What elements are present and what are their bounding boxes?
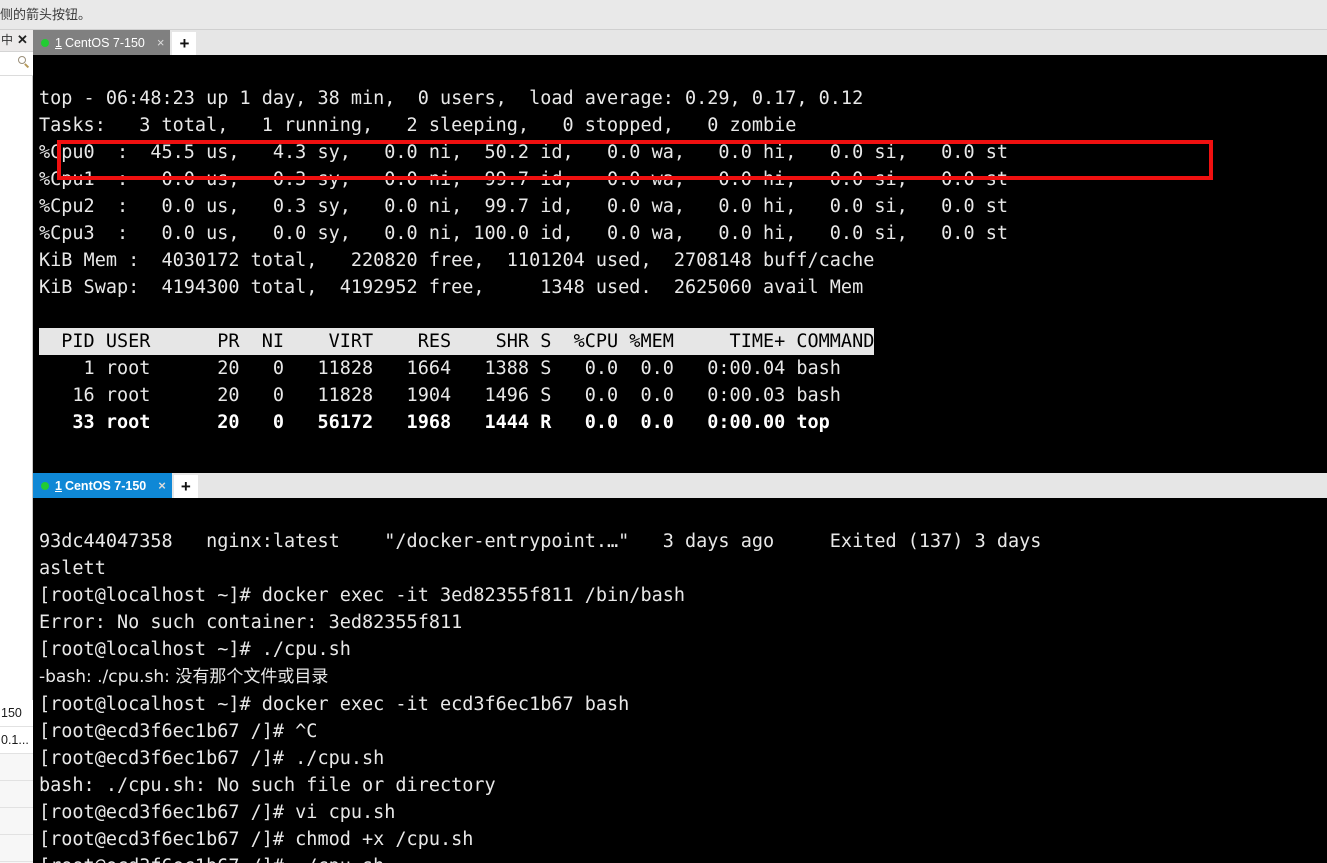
top-summary-cpu0: %Cpu0 : 45.5 us, 4.3 sy, 0.0 ni, 50.2 id… — [39, 142, 1009, 163]
new-tab-button[interactable]: + — [172, 32, 197, 55]
host-banner-text: 侧的箭头按钮。 — [0, 8, 92, 23]
search-icon[interactable] — [18, 56, 30, 68]
top-summary-header: top - 06:48:23 up 1 day, 38 min, 0 users… — [39, 88, 864, 109]
terminal-line: aslett — [39, 558, 106, 579]
top-summary-swap: KiB Swap: 4194300 total, 4192952 free, 1… — [39, 277, 864, 298]
terminal-window-bottom: 1 CentOS 7-150 × + 93dc44047358 nginx:la… — [33, 473, 1327, 863]
tabstrip-top: 1 CentOS 7-150 × + — [33, 30, 1327, 55]
left-dock-panel: 中 ✕ 150 0.1... — [0, 30, 33, 863]
top-summary-cpu3: %Cpu3 : 0.0 us, 0.0 sy, 0.0 ni, 100.0 id… — [39, 223, 1009, 244]
left-panel-titlebar: 中 ✕ — [0, 30, 33, 52]
tab-number: 1 — [55, 478, 62, 493]
left-panel-list: 150 0.1... — [0, 700, 33, 863]
terminal-line: Error: No such container: 3ed82355f811 — [39, 612, 463, 633]
terminal-line: [root@ecd3f6ec1b67 /]# ./cpu.sh — [39, 856, 384, 863]
top-summary-cpu2: %Cpu2 : 0.0 us, 0.3 sy, 0.0 ni, 99.7 id,… — [39, 196, 1009, 217]
table-row[interactable]: 1 root 20 0 11828 1664 1388 S 0.0 0.0 0:… — [39, 358, 841, 379]
application-window: 侧的箭头按钮。 中 ✕ 150 0.1... 1 CentOS 7-150 × … — [0, 0, 1327, 863]
terminal-line: bash: ./cpu.sh: No such file or director… — [39, 775, 496, 796]
table-row[interactable]: 16 root 20 0 11828 1904 1496 S 0.0 0.0 0… — [39, 385, 841, 406]
close-icon[interactable]: ✕ — [17, 32, 28, 48]
terminal-line: [root@localhost ~]# ./cpu.sh — [39, 639, 351, 660]
table-row[interactable]: 33 root 20 0 56172 1968 1444 R 0.0 0.0 0… — [39, 412, 829, 433]
list-item[interactable] — [0, 754, 33, 781]
list-item[interactable]: 150 — [0, 700, 33, 727]
terminal-output-top[interactable]: top - 06:48:23 up 1 day, 38 min, 0 users… — [33, 55, 1327, 473]
status-dot-icon — [41, 38, 49, 47]
list-item[interactable] — [0, 808, 33, 835]
terminal-line: [root@ecd3f6ec1b67 /]# vi cpu.sh — [39, 802, 396, 823]
terminal-line: [root@localhost ~]# docker exec -it ecd3… — [39, 694, 630, 715]
terminal-line: [root@ecd3f6ec1b67 /]# ^C — [39, 721, 318, 742]
tab-title: CentOS 7-150 — [64, 35, 145, 50]
terminal-line: 93dc44047358 nginx:latest "/docker-entry… — [39, 531, 1042, 552]
tab-number: 1 — [55, 35, 62, 50]
host-banner: 侧的箭头按钮。 — [0, 0, 1327, 30]
terminal-window-top: 1 CentOS 7-150 × + top - 06:48:23 up 1 d… — [33, 30, 1327, 473]
new-tab-button[interactable]: + — [173, 475, 198, 498]
pin-icon[interactable]: 中 — [1, 33, 13, 47]
left-panel-search-row[interactable] — [0, 52, 33, 76]
tab-centos-7-150-top[interactable]: 1 CentOS 7-150 × — [33, 30, 171, 55]
top-summary-cpu1: %Cpu1 : 0.0 us, 0.3 sy, 0.0 ni, 99.7 id,… — [39, 169, 1009, 190]
terminal-line: -bash: ./cpu.sh: 没有那个文件或目录 — [39, 667, 329, 687]
status-dot-icon — [41, 481, 49, 490]
tab-title: CentOS 7-150 — [64, 478, 147, 493]
tab-centos-7-150-bottom[interactable]: 1 CentOS 7-150 × — [33, 473, 172, 498]
terminal-line: [root@ecd3f6ec1b67 /]# chmod +x /cpu.sh — [39, 829, 474, 850]
process-table-header: PID USER PR NI VIRT RES SHR S %CPU %MEM … — [39, 328, 875, 355]
list-item[interactable] — [0, 781, 33, 808]
top-summary-mem: KiB Mem : 4030172 total, 220820 free, 11… — [39, 250, 875, 271]
close-icon[interactable]: × — [158, 479, 166, 492]
terminal-line: [root@localhost ~]# docker exec -it 3ed8… — [39, 585, 686, 606]
list-item[interactable] — [0, 835, 33, 862]
list-item[interactable]: 0.1... — [0, 727, 33, 754]
close-icon[interactable]: × — [157, 36, 165, 49]
top-summary-tasks: Tasks: 3 total, 1 running, 2 sleeping, 0… — [39, 115, 797, 136]
terminal-line: [root@ecd3f6ec1b67 /]# ./cpu.sh — [39, 748, 385, 769]
terminal-output-bottom[interactable]: 93dc44047358 nginx:latest "/docker-entry… — [33, 498, 1327, 863]
tabstrip-bottom: 1 CentOS 7-150 × + — [33, 473, 1327, 498]
